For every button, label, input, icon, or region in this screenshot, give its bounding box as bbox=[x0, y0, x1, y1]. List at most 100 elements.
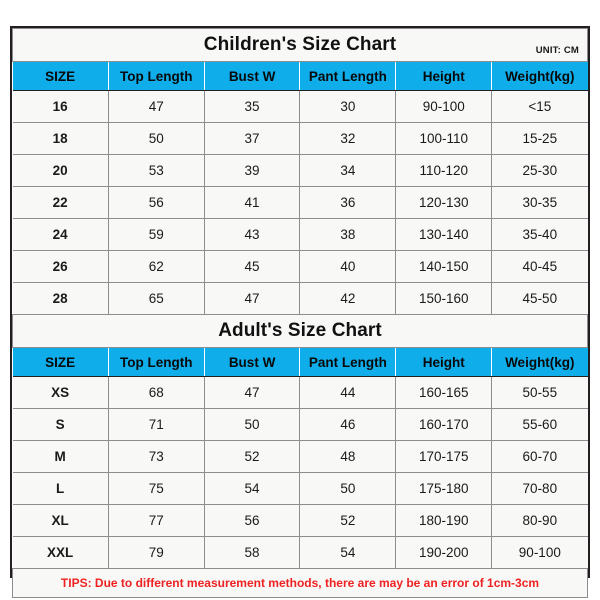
cell-weight: 40-45 bbox=[491, 250, 588, 283]
cell-weight: 55-60 bbox=[491, 408, 588, 441]
cell-height: 190-200 bbox=[395, 536, 493, 569]
cell-bust-w: 47 bbox=[203, 376, 301, 409]
table-row: 18 50 37 32 100-110 15-25 bbox=[12, 122, 588, 155]
column-header-size: SIZE bbox=[12, 347, 109, 377]
cell-size: 28 bbox=[12, 282, 109, 315]
adult-header-row: SIZE Top Length Bust W Pant Length Heigh… bbox=[12, 347, 588, 377]
table-row: 26 62 45 40 140-150 40-45 bbox=[12, 250, 588, 283]
cell-weight: 25-30 bbox=[491, 154, 588, 187]
children-title-cell: Children's Size Chart UNIT: CM bbox=[12, 28, 588, 62]
cell-weight: 70-80 bbox=[491, 472, 588, 505]
tips-note: TIPS: Due to different measurement metho… bbox=[60, 576, 540, 590]
tips-cell: TIPS: Due to different measurement metho… bbox=[12, 568, 588, 598]
cell-bust-w: 58 bbox=[203, 536, 301, 569]
cell-top-length: 73 bbox=[107, 440, 205, 473]
cell-size: XXL bbox=[12, 536, 109, 569]
cell-size: 18 bbox=[12, 122, 109, 155]
cell-size: 16 bbox=[12, 90, 109, 123]
cell-pant-length: 50 bbox=[299, 472, 397, 505]
column-header-top-length: Top Length bbox=[107, 347, 205, 377]
cell-top-length: 53 bbox=[107, 154, 205, 187]
children-header-row: SIZE Top Length Bust W Pant Length Heigh… bbox=[12, 61, 588, 91]
cell-pant-length: 30 bbox=[299, 90, 397, 123]
cell-top-length: 50 bbox=[107, 122, 205, 155]
children-chart-title: Children's Size Chart bbox=[203, 34, 397, 55]
cell-bust-w: 50 bbox=[203, 408, 301, 441]
cell-top-length: 68 bbox=[107, 376, 205, 409]
adult-title-row: Adult's Size Chart bbox=[12, 314, 588, 348]
cell-height: 160-165 bbox=[395, 376, 493, 409]
cell-size: 20 bbox=[12, 154, 109, 187]
column-header-height: Height bbox=[395, 347, 493, 377]
cell-top-length: 65 bbox=[107, 282, 205, 315]
cell-height: 150-160 bbox=[395, 282, 493, 315]
cell-size: 22 bbox=[12, 186, 109, 219]
cell-height: 160-170 bbox=[395, 408, 493, 441]
table-row: 16 47 35 30 90-100 <15 bbox=[12, 90, 588, 123]
cell-bust-w: 45 bbox=[203, 250, 301, 283]
cell-height: 140-150 bbox=[395, 250, 493, 283]
cell-top-length: 59 bbox=[107, 218, 205, 251]
children-title-row: Children's Size Chart UNIT: CM bbox=[12, 28, 588, 62]
cell-size: M bbox=[12, 440, 109, 473]
table-row: XS 68 47 44 160-165 50-55 bbox=[12, 376, 588, 409]
cell-height: 180-190 bbox=[395, 504, 493, 537]
cell-pant-length: 32 bbox=[299, 122, 397, 155]
cell-bust-w: 39 bbox=[203, 154, 301, 187]
cell-bust-w: 41 bbox=[203, 186, 301, 219]
adult-title-cell: Adult's Size Chart bbox=[12, 314, 588, 348]
cell-height: 170-175 bbox=[395, 440, 493, 473]
cell-bust-w: 43 bbox=[203, 218, 301, 251]
cell-height: 110-120 bbox=[395, 154, 493, 187]
cell-bust-w: 37 bbox=[203, 122, 301, 155]
cell-weight: 50-55 bbox=[491, 376, 588, 409]
cell-bust-w: 54 bbox=[203, 472, 301, 505]
cell-top-length: 75 bbox=[107, 472, 205, 505]
column-header-bust-w: Bust W bbox=[203, 347, 301, 377]
size-chart-body: Children's Size Chart UNIT: CM SIZE Top … bbox=[12, 28, 588, 598]
table-row: L 75 54 50 175-180 70-80 bbox=[12, 472, 588, 505]
cell-size: L bbox=[12, 472, 109, 505]
cell-pant-length: 54 bbox=[299, 536, 397, 569]
cell-top-length: 77 bbox=[107, 504, 205, 537]
cell-pant-length: 42 bbox=[299, 282, 397, 315]
cell-weight: 30-35 bbox=[491, 186, 588, 219]
column-header-height: Height bbox=[395, 61, 493, 91]
size-chart-frame: Children's Size Chart UNIT: CM SIZE Top … bbox=[10, 26, 590, 598]
cell-bust-w: 52 bbox=[203, 440, 301, 473]
cell-top-length: 62 bbox=[107, 250, 205, 283]
cell-size: 26 bbox=[12, 250, 109, 283]
cell-top-length: 47 bbox=[107, 90, 205, 123]
column-header-pant-length: Pant Length bbox=[299, 61, 397, 91]
cell-height: 130-140 bbox=[395, 218, 493, 251]
column-header-size: SIZE bbox=[12, 61, 109, 91]
column-header-bust-w: Bust W bbox=[203, 61, 301, 91]
column-header-weight: Weight(kg) bbox=[491, 347, 588, 377]
cell-bust-w: 47 bbox=[203, 282, 301, 315]
cell-pant-length: 38 bbox=[299, 218, 397, 251]
cell-height: 90-100 bbox=[395, 90, 493, 123]
table-row: S 71 50 46 160-170 55-60 bbox=[12, 408, 588, 441]
table-row: 22 56 41 36 120-130 30-35 bbox=[12, 186, 588, 219]
cell-pant-length: 46 bbox=[299, 408, 397, 441]
tips-row: TIPS: Due to different measurement metho… bbox=[12, 568, 588, 598]
cell-height: 120-130 bbox=[395, 186, 493, 219]
size-chart-table: Children's Size Chart UNIT: CM SIZE Top … bbox=[12, 28, 588, 598]
cell-size: XL bbox=[12, 504, 109, 537]
column-header-top-length: Top Length bbox=[107, 61, 205, 91]
column-header-pant-length: Pant Length bbox=[299, 347, 397, 377]
table-row: XXL 79 58 54 190-200 90-100 bbox=[12, 536, 588, 569]
cell-weight: 80-90 bbox=[491, 504, 588, 537]
adult-chart-title: Adult's Size Chart bbox=[218, 320, 382, 341]
cell-height: 175-180 bbox=[395, 472, 493, 505]
cell-size: 24 bbox=[12, 218, 109, 251]
cell-bust-w: 56 bbox=[203, 504, 301, 537]
unit-note: UNIT: CM bbox=[535, 45, 579, 56]
cell-pant-length: 44 bbox=[299, 376, 397, 409]
cell-pant-length: 52 bbox=[299, 504, 397, 537]
table-row: 28 65 47 42 150-160 45-50 bbox=[12, 282, 588, 315]
cell-pant-length: 36 bbox=[299, 186, 397, 219]
cell-weight: 35-40 bbox=[491, 218, 588, 251]
cell-weight: 15-25 bbox=[491, 122, 588, 155]
table-row: M 73 52 48 170-175 60-70 bbox=[12, 440, 588, 473]
